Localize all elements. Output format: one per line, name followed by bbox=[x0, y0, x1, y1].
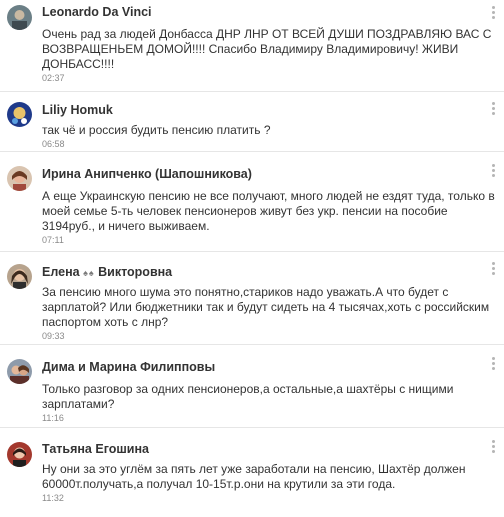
avatar[interactable] bbox=[7, 359, 32, 384]
comments-feed: Leonardo Da Vinci Очень рад за людей Дон… bbox=[0, 0, 504, 517]
comment-time: 07:11 bbox=[42, 235, 64, 245]
comment-time: 11:32 bbox=[42, 493, 64, 503]
author-first-name: Елена bbox=[42, 265, 80, 279]
comment-item: Татьяна Егошина Ну они за это углём за п… bbox=[0, 428, 504, 517]
comment-item: Ирина Анипченко (Шапошникова) А еще Укра… bbox=[0, 152, 504, 252]
comment-text: Очень рад за людей Донбасса ДНР ЛНР ОТ В… bbox=[42, 27, 492, 71]
avatar[interactable] bbox=[7, 166, 32, 191]
more-options-icon[interactable] bbox=[490, 262, 496, 276]
avatar[interactable] bbox=[7, 442, 32, 467]
comment-author[interactable]: Татьяна Егошина bbox=[42, 442, 149, 456]
comment-time: 11:16 bbox=[42, 413, 64, 423]
comment-author[interactable]: Дима и Марина Филипповы bbox=[42, 360, 215, 374]
comment-time: 09:33 bbox=[42, 331, 65, 341]
comment-time: 06:58 bbox=[42, 139, 65, 149]
comment-author[interactable]: Liliy Homuk bbox=[42, 103, 113, 117]
author-emoji: ♠♠ bbox=[83, 268, 95, 278]
more-options-icon[interactable] bbox=[490, 6, 496, 20]
author-last-name: Викторовна bbox=[98, 265, 173, 279]
comment-text: За пенсию много шума это понятно,старико… bbox=[42, 285, 490, 329]
comment-item: Liliy Homuk так чё и россия будить пенси… bbox=[0, 92, 504, 152]
more-options-icon[interactable] bbox=[490, 440, 496, 454]
comment-text: Только разговор за одних пенсионеров,а о… bbox=[42, 382, 454, 411]
avatar[interactable] bbox=[7, 102, 32, 127]
avatar[interactable] bbox=[7, 264, 32, 289]
comment-text: так чё и россия будить пенсию платить ? bbox=[42, 123, 271, 137]
avatar[interactable] bbox=[7, 5, 32, 30]
comment-author[interactable]: Елена ♠♠ Викторовна bbox=[42, 265, 172, 279]
comment-author[interactable]: Ирина Анипченко (Шапошникова) bbox=[42, 167, 252, 181]
comment-text: А еще Украинскую пенсию не все получают,… bbox=[42, 189, 495, 233]
more-options-icon[interactable] bbox=[490, 357, 496, 371]
comment-item: Елена ♠♠ Викторовна За пенсию много шума… bbox=[0, 252, 504, 345]
comment-author[interactable]: Leonardo Da Vinci bbox=[42, 5, 152, 19]
comment-time: 02:37 bbox=[42, 73, 65, 83]
comment-text: Ну они за это углём за пять лет уже зара… bbox=[42, 462, 466, 491]
more-options-icon[interactable] bbox=[490, 164, 496, 178]
comment-item: Leonardo Da Vinci Очень рад за людей Дон… bbox=[0, 0, 504, 92]
more-options-icon[interactable] bbox=[490, 102, 496, 116]
comment-item: Дима и Марина Филипповы Только разговор … bbox=[0, 345, 504, 428]
